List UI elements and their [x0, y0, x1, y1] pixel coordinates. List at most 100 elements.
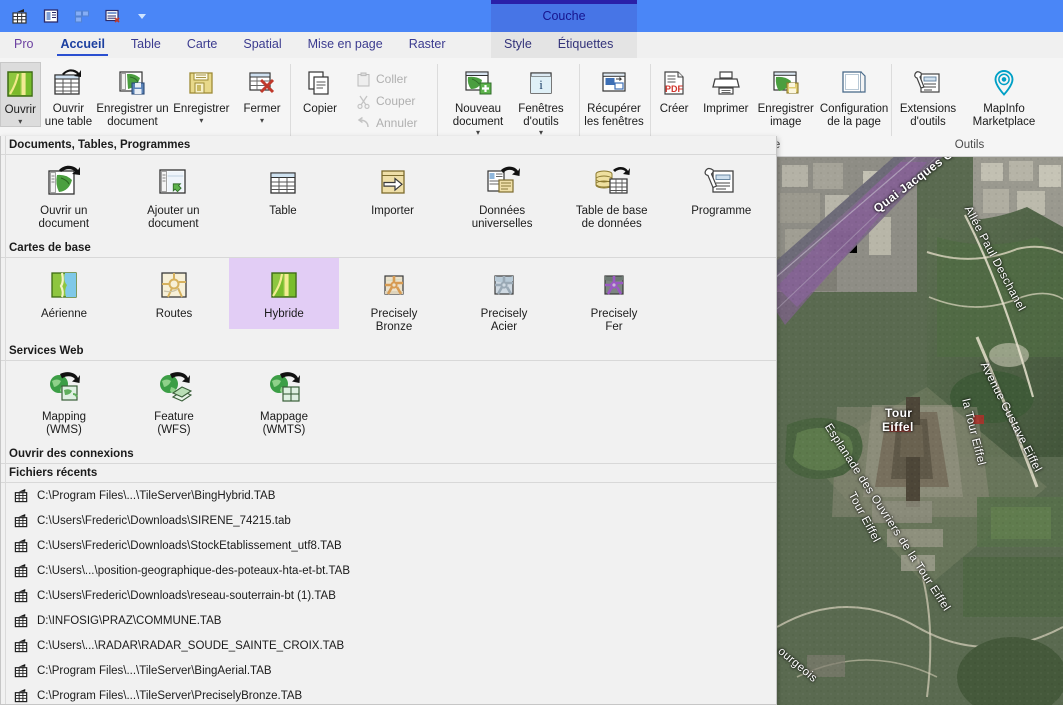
add-document-icon: [155, 163, 191, 201]
tab-file-icon: [9, 688, 33, 703]
fenetres-outils-button[interactable]: i Fenêtres d'outils ▾: [512, 62, 570, 137]
close-table-icon: [247, 66, 277, 100]
enregistrer-un-document-button[interactable]: Enregistrer un document: [96, 62, 168, 128]
recuperer-les-fenetres-label: Récupérer les fenêtres: [584, 103, 643, 128]
recent-file-row[interactable]: C:\Users\Frederic\Downloads\reseau-soute…: [1, 583, 776, 608]
fermer-chevron-down-icon[interactable]: ▾: [260, 116, 264, 125]
tab-file-icon: [9, 538, 33, 553]
aerienne-label: Aérienne: [41, 308, 87, 321]
aerienne-tile[interactable]: Aérienne: [9, 258, 119, 329]
quick-access-toolbar: [0, 5, 151, 27]
tab-spatial[interactable]: Spatial: [230, 32, 294, 58]
recent-file-path: C:\Users\...\RADAR\RADAR_SOUDE_SAINTE_CR…: [37, 640, 344, 652]
marketplace-pin-icon: [989, 66, 1019, 100]
donnees-universelles-tile[interactable]: Données universelles: [447, 155, 557, 239]
recent-file-row[interactable]: C:\Program Files\...\TileServer\BingHybr…: [1, 483, 776, 508]
programme-tile[interactable]: Programme: [666, 155, 776, 226]
ouvrir-un-document-label: Ouvrir un document: [39, 205, 90, 231]
section-header-fichiers-recents: Fichiers récents: [1, 464, 776, 483]
map-window[interactable]: Quai Jacques Ch... Allée Paul Deschanel …: [777, 157, 1063, 705]
wmts-icon: [266, 369, 302, 407]
recent-file-row[interactable]: C:\Users\...\RADAR\RADAR_SOUDE_SAINTE_CR…: [1, 633, 776, 658]
donnees-universelles-label: Données universelles: [472, 205, 533, 231]
undo-icon: [355, 115, 371, 131]
ajouter-un-document-tile[interactable]: Ajouter un document: [119, 155, 229, 239]
fermer-label: Fermer: [244, 103, 281, 116]
fermer-button[interactable]: Fermer ▾: [234, 62, 290, 125]
section-header-documents: Documents, Tables, Programmes: [1, 136, 776, 155]
tab-style[interactable]: Style: [491, 32, 545, 58]
customize-quick-access-chevron-down-icon[interactable]: [133, 6, 151, 26]
couper-button[interactable]: Couper: [349, 90, 423, 112]
enregistrer-label: Enregistrer: [173, 103, 229, 116]
recent-file-row[interactable]: D:\INFOSIG\PRAZ\COMMUNE.TAB: [1, 608, 776, 633]
tool-windows-icon: i: [527, 66, 555, 100]
clipboard-small-buttons: Coller Couper: [349, 62, 423, 134]
configuration-page-button[interactable]: Configuration de la page: [817, 62, 891, 128]
annuler-button[interactable]: Annuler: [349, 112, 423, 134]
contextual-tab-group-couche: Couche: [491, 0, 637, 32]
tab-carte[interactable]: Carte: [174, 32, 231, 58]
coller-button[interactable]: Coller: [349, 68, 423, 90]
undo-redo-icon[interactable]: [102, 5, 124, 27]
copier-button[interactable]: Copier: [291, 62, 349, 116]
precisely-fer-tile[interactable]: Precisely Fer: [559, 258, 669, 342]
recent-file-path: C:\Users\Frederic\Downloads\reseau-soute…: [37, 590, 336, 602]
mapinfo-marketplace-button[interactable]: MapInfo Marketplace: [964, 62, 1044, 128]
copy-icon: [306, 66, 334, 100]
tab-file-icon: [9, 663, 33, 678]
tab-etiquettes[interactable]: Étiquettes: [545, 32, 627, 58]
feature-wfs-tile[interactable]: Feature (WFS): [119, 361, 229, 445]
new-layout-icon[interactable]: [71, 5, 93, 27]
enregistrer-image-button[interactable]: Enregistrer image: [754, 62, 817, 128]
ouvrir-un-document-tile[interactable]: Ouvrir un document: [9, 155, 119, 239]
new-table-icon[interactable]: [9, 5, 31, 27]
coller-label: Coller: [376, 72, 407, 86]
mapping-wms-tile[interactable]: Mapping (WMS): [9, 361, 119, 445]
recuperer-les-fenetres-button[interactable]: Récupérer les fenêtres: [580, 62, 648, 128]
tab-pro[interactable]: Pro: [0, 32, 47, 58]
extensions-outils-button[interactable]: Extensions d'outils: [892, 62, 964, 128]
new-map-window-icon[interactable]: [40, 5, 62, 27]
enregistrer-image-label: Enregistrer image: [758, 103, 814, 128]
hybride-tile[interactable]: Hybride: [229, 258, 339, 329]
save-icon: [186, 66, 216, 100]
importer-label: Importer: [371, 205, 414, 218]
enregistrer-button[interactable]: Enregistrer ▾: [169, 62, 235, 125]
program-icon: [703, 163, 739, 201]
routes-tile[interactable]: Routes: [119, 258, 229, 329]
create-pdf-icon: PDF: [660, 66, 688, 100]
ouvrir-une-table-button[interactable]: Ouvrir une table: [41, 62, 97, 128]
import-icon: [375, 163, 411, 201]
svg-text:i: i: [539, 77, 543, 92]
table-tile[interactable]: Table: [228, 155, 338, 226]
precisely-acier-tile[interactable]: Precisely Acier: [449, 258, 559, 342]
importer-tile[interactable]: Importer: [338, 155, 448, 226]
enregistrer-chevron-down-icon[interactable]: ▾: [199, 116, 203, 125]
couper-label: Couper: [376, 94, 415, 108]
imprimer-button[interactable]: Imprimer: [697, 62, 754, 116]
creer-button[interactable]: PDF Créer: [651, 62, 697, 116]
tab-file-icon: [9, 488, 33, 503]
tab-table[interactable]: Table: [118, 32, 174, 58]
table-base-donnees-tile[interactable]: Table de base de données: [557, 155, 667, 239]
recent-file-row[interactable]: C:\Users\...\position-geographique-des-p…: [1, 558, 776, 583]
tab-raster[interactable]: Raster: [396, 32, 459, 58]
recent-file-path: C:\Program Files\...\TileServer\Precisel…: [37, 690, 302, 702]
tab-accueil[interactable]: Accueil: [47, 32, 117, 58]
precisely-bronze-tile[interactable]: Precisely Bronze: [339, 258, 449, 342]
section-header-cartes-de-base: Cartes de base: [1, 239, 776, 258]
table-label: Table: [269, 205, 297, 218]
tab-file-icon: [9, 563, 33, 578]
precisely-bronze-label: Precisely Bronze: [371, 308, 418, 334]
mappage-wmts-tile[interactable]: Mappage (WMTS): [229, 361, 339, 445]
nouveau-document-button[interactable]: Nouveau document ▾: [444, 62, 512, 137]
recent-file-row[interactable]: C:\Users\Frederic\Downloads\SIRENE_74215…: [1, 508, 776, 533]
ouvrir-chevron-down-icon[interactable]: ▾: [18, 117, 22, 126]
tab-mise-en-page[interactable]: Mise en page: [295, 32, 396, 58]
section-header-ouvrir-des-connexions[interactable]: Ouvrir des connexions: [1, 445, 776, 464]
ouvrir-button[interactable]: Ouvrir ▾: [0, 62, 41, 127]
recent-file-row[interactable]: C:\Program Files\...\TileServer\BingAeri…: [1, 658, 776, 683]
recent-file-row[interactable]: C:\Users\Frederic\Downloads\StockEtablis…: [1, 533, 776, 558]
recent-file-row[interactable]: C:\Program Files\...\TileServer\Precisel…: [1, 683, 776, 705]
